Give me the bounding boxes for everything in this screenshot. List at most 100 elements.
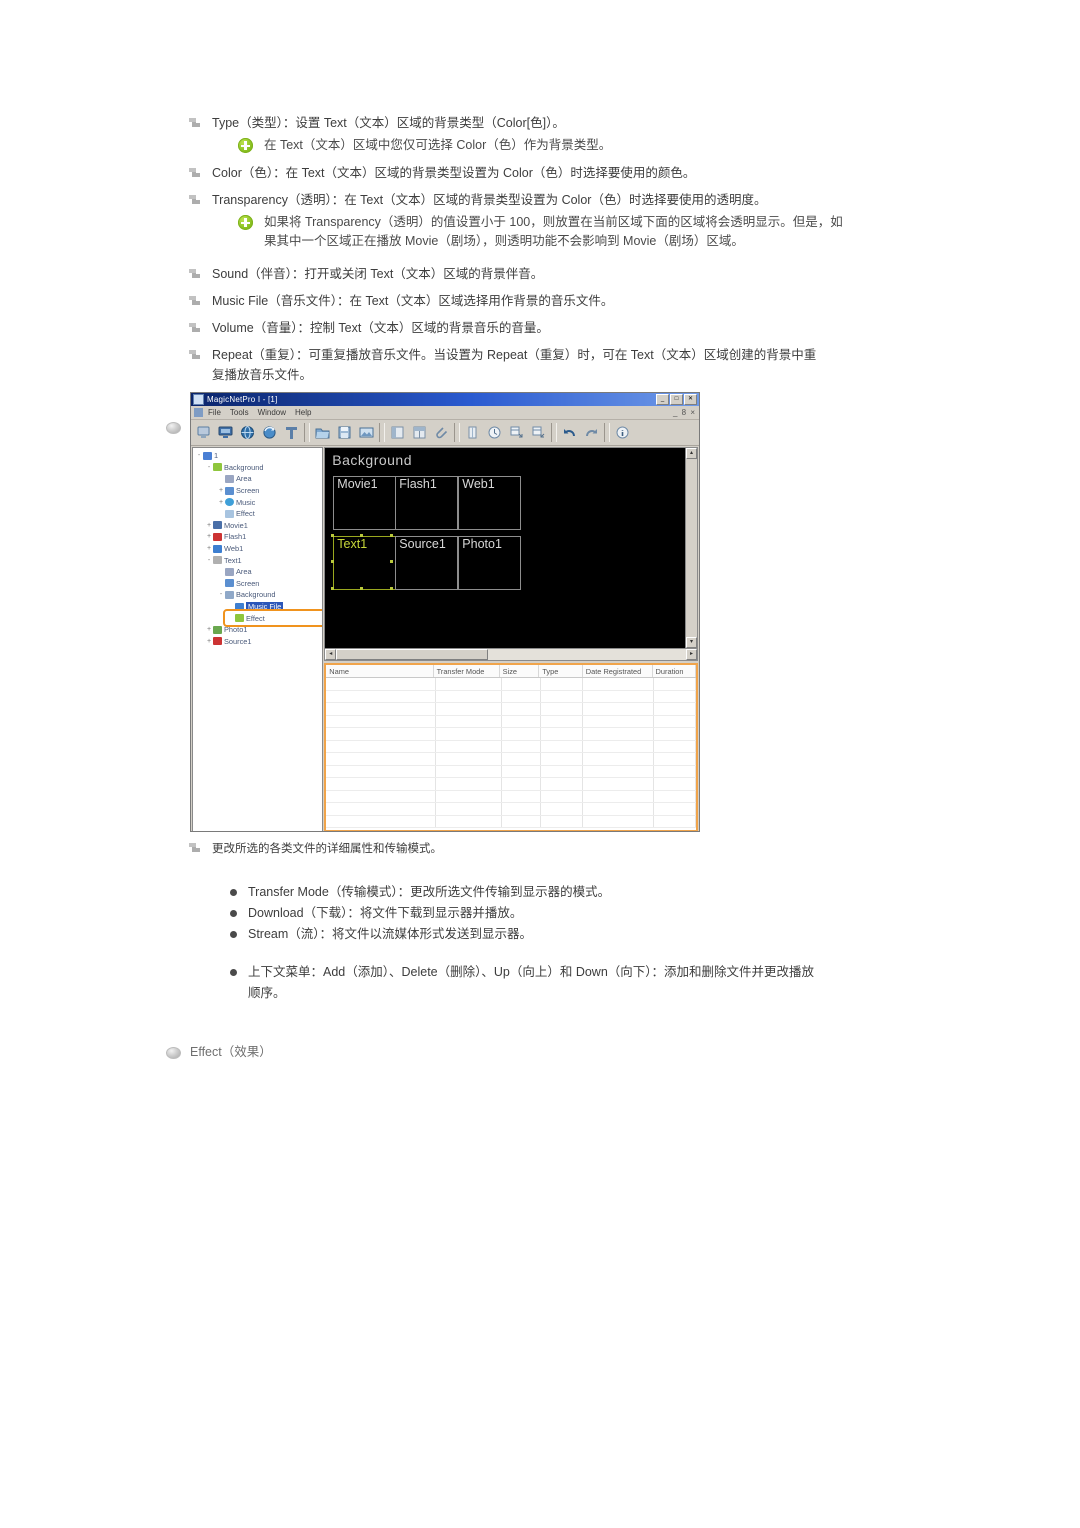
region-source1[interactable]: Source1 bbox=[395, 536, 459, 590]
table-row[interactable] bbox=[326, 753, 696, 766]
region-web1[interactable]: Web1 bbox=[458, 476, 522, 530]
tree-expander[interactable]: - bbox=[205, 464, 213, 471]
table-row[interactable] bbox=[326, 678, 696, 691]
resize-handle-ne[interactable] bbox=[390, 534, 394, 537]
tree-expander[interactable]: + bbox=[205, 626, 213, 633]
display-icon[interactable] bbox=[215, 422, 236, 443]
schedule-add-icon[interactable] bbox=[506, 422, 527, 443]
scroll-left-arrow[interactable]: ◂ bbox=[325, 649, 337, 660]
table-row[interactable] bbox=[326, 715, 696, 728]
tree-expander[interactable]: + bbox=[217, 499, 225, 506]
tree-expander[interactable]: - bbox=[195, 452, 203, 459]
clock-icon[interactable] bbox=[484, 422, 505, 443]
column-header-type[interactable]: Type bbox=[539, 665, 583, 677]
folder-open-icon[interactable] bbox=[312, 422, 333, 443]
text-icon[interactable] bbox=[281, 422, 302, 443]
table-row[interactable] bbox=[326, 740, 696, 753]
tree-expander[interactable]: + bbox=[205, 545, 213, 552]
region-flash1[interactable]: Flash1 bbox=[395, 476, 459, 530]
tree-item-root[interactable]: - 1 bbox=[195, 450, 322, 462]
region-photo1[interactable]: Photo1 bbox=[458, 536, 522, 590]
tree-item-music-file[interactable]: Music File bbox=[195, 601, 322, 613]
save-icon[interactable] bbox=[334, 422, 355, 443]
tree-item-flash1[interactable]: + Flash1 bbox=[195, 531, 322, 543]
tree-item-photo1[interactable]: + Photo1 bbox=[195, 624, 322, 636]
tree-expander[interactable]: + bbox=[205, 533, 213, 540]
resize-handle-nw[interactable] bbox=[331, 534, 335, 537]
tree-item-text1[interactable]: - Text1 bbox=[195, 554, 322, 566]
scroll-down-arrow[interactable]: ▾ bbox=[686, 637, 697, 648]
tree-expander[interactable]: - bbox=[205, 557, 213, 564]
table-body[interactable] bbox=[326, 678, 696, 830]
schedule-remove-icon[interactable] bbox=[528, 422, 549, 443]
tree-item-background-area[interactable]: Area bbox=[195, 473, 322, 485]
tree-item-source1[interactable]: + Source1 bbox=[195, 636, 322, 648]
attach-icon[interactable] bbox=[431, 422, 452, 443]
resize-handle-n[interactable] bbox=[360, 534, 364, 537]
tree-expander[interactable]: - bbox=[217, 591, 225, 598]
column-header-date-registrated[interactable]: Date Registrated bbox=[583, 665, 653, 677]
tree-item-background-effect[interactable]: Effect bbox=[195, 508, 322, 520]
scroll-up-arrow[interactable]: ▴ bbox=[686, 448, 697, 459]
resize-handle-w[interactable] bbox=[331, 560, 335, 563]
tree-item-text1-background[interactable]: - Background bbox=[195, 589, 322, 601]
tree-expander[interactable]: + bbox=[217, 487, 225, 494]
menu-item-tools[interactable]: Tools bbox=[230, 408, 249, 417]
region-movie1[interactable]: Movie1 bbox=[333, 476, 397, 530]
monitor-icon[interactable] bbox=[193, 422, 214, 443]
menu-item-help[interactable]: Help bbox=[295, 408, 311, 417]
resize-handle-sw[interactable] bbox=[331, 587, 335, 590]
column-header-transfer-mode[interactable]: Transfer Mode bbox=[434, 665, 500, 677]
table-row[interactable] bbox=[326, 815, 696, 828]
table-row[interactable] bbox=[326, 778, 696, 791]
scroll-thumb[interactable] bbox=[336, 649, 489, 660]
table-row[interactable] bbox=[326, 765, 696, 778]
column-header-name[interactable]: Name bbox=[326, 665, 434, 677]
refresh-globe-icon[interactable] bbox=[259, 422, 280, 443]
column-icon[interactable] bbox=[462, 422, 483, 443]
layout-left-icon[interactable] bbox=[387, 422, 408, 443]
project-tree[interactable]: - 1 - Background Area + Screen + Music E… bbox=[193, 448, 322, 647]
table-row[interactable] bbox=[326, 790, 696, 803]
column-header-duration[interactable]: Duration bbox=[653, 665, 696, 677]
table-row[interactable] bbox=[326, 728, 696, 741]
window-controls[interactable]: _ □ ✕ bbox=[656, 394, 697, 405]
redo-icon[interactable] bbox=[581, 422, 602, 443]
minimize-button[interactable]: _ bbox=[656, 394, 669, 405]
tree-expander[interactable]: + bbox=[205, 522, 213, 529]
table-row[interactable] bbox=[326, 803, 696, 816]
info-icon[interactable] bbox=[612, 422, 633, 443]
tree-item-background-screen[interactable]: + Screen bbox=[195, 485, 322, 497]
maximize-button[interactable]: □ bbox=[670, 394, 683, 405]
tree-item-movie1[interactable]: + Movie1 bbox=[195, 520, 322, 532]
canvas-horizontal-scrollbar[interactable]: ◂ ▸ bbox=[324, 649, 698, 661]
close-button[interactable]: ✕ bbox=[684, 394, 697, 405]
scroll-right-arrow[interactable]: ▸ bbox=[686, 649, 697, 660]
table-row[interactable] bbox=[326, 690, 696, 703]
resize-handle-se[interactable] bbox=[390, 587, 394, 590]
flag-bullet-icon bbox=[188, 167, 201, 178]
layout-grid-icon[interactable] bbox=[409, 422, 430, 443]
resize-handle-e[interactable] bbox=[390, 560, 394, 563]
table-row[interactable] bbox=[326, 703, 696, 716]
tree-expander[interactable]: + bbox=[205, 638, 213, 645]
tree-item-text1-screen[interactable]: Screen bbox=[195, 578, 322, 590]
mdi-window-controls[interactable]: _ 8 × bbox=[673, 408, 696, 417]
file-list-table[interactable]: Name Transfer Mode Size Type Date Regist… bbox=[324, 663, 698, 831]
tree-item-background-music[interactable]: + Music bbox=[195, 496, 322, 508]
project-tree-panel[interactable]: - 1 - Background Area + Screen + Music E… bbox=[192, 447, 324, 831]
column-header-size[interactable]: Size bbox=[500, 665, 540, 677]
tree-item-background[interactable]: - Background bbox=[195, 462, 322, 474]
menu-item-window[interactable]: Window bbox=[258, 408, 286, 417]
tree-item-text1-area[interactable]: Area bbox=[195, 566, 322, 578]
undo-icon[interactable] bbox=[559, 422, 580, 443]
globe-icon[interactable] bbox=[237, 422, 258, 443]
tree-item-text1-effect[interactable]: Effect bbox=[195, 612, 322, 624]
image-icon[interactable] bbox=[356, 422, 377, 443]
region-text1-selected[interactable]: Text1 bbox=[333, 536, 397, 590]
menu-item-file[interactable]: File bbox=[208, 408, 221, 417]
resize-handle-s[interactable] bbox=[360, 587, 364, 590]
canvas-vertical-scrollbar[interactable]: ▴ ▾ bbox=[685, 448, 697, 648]
layout-canvas[interactable]: Background Movie1 Flash1 Web1 Text1 Sour… bbox=[325, 448, 685, 648]
tree-item-web1[interactable]: + Web1 bbox=[195, 543, 322, 555]
